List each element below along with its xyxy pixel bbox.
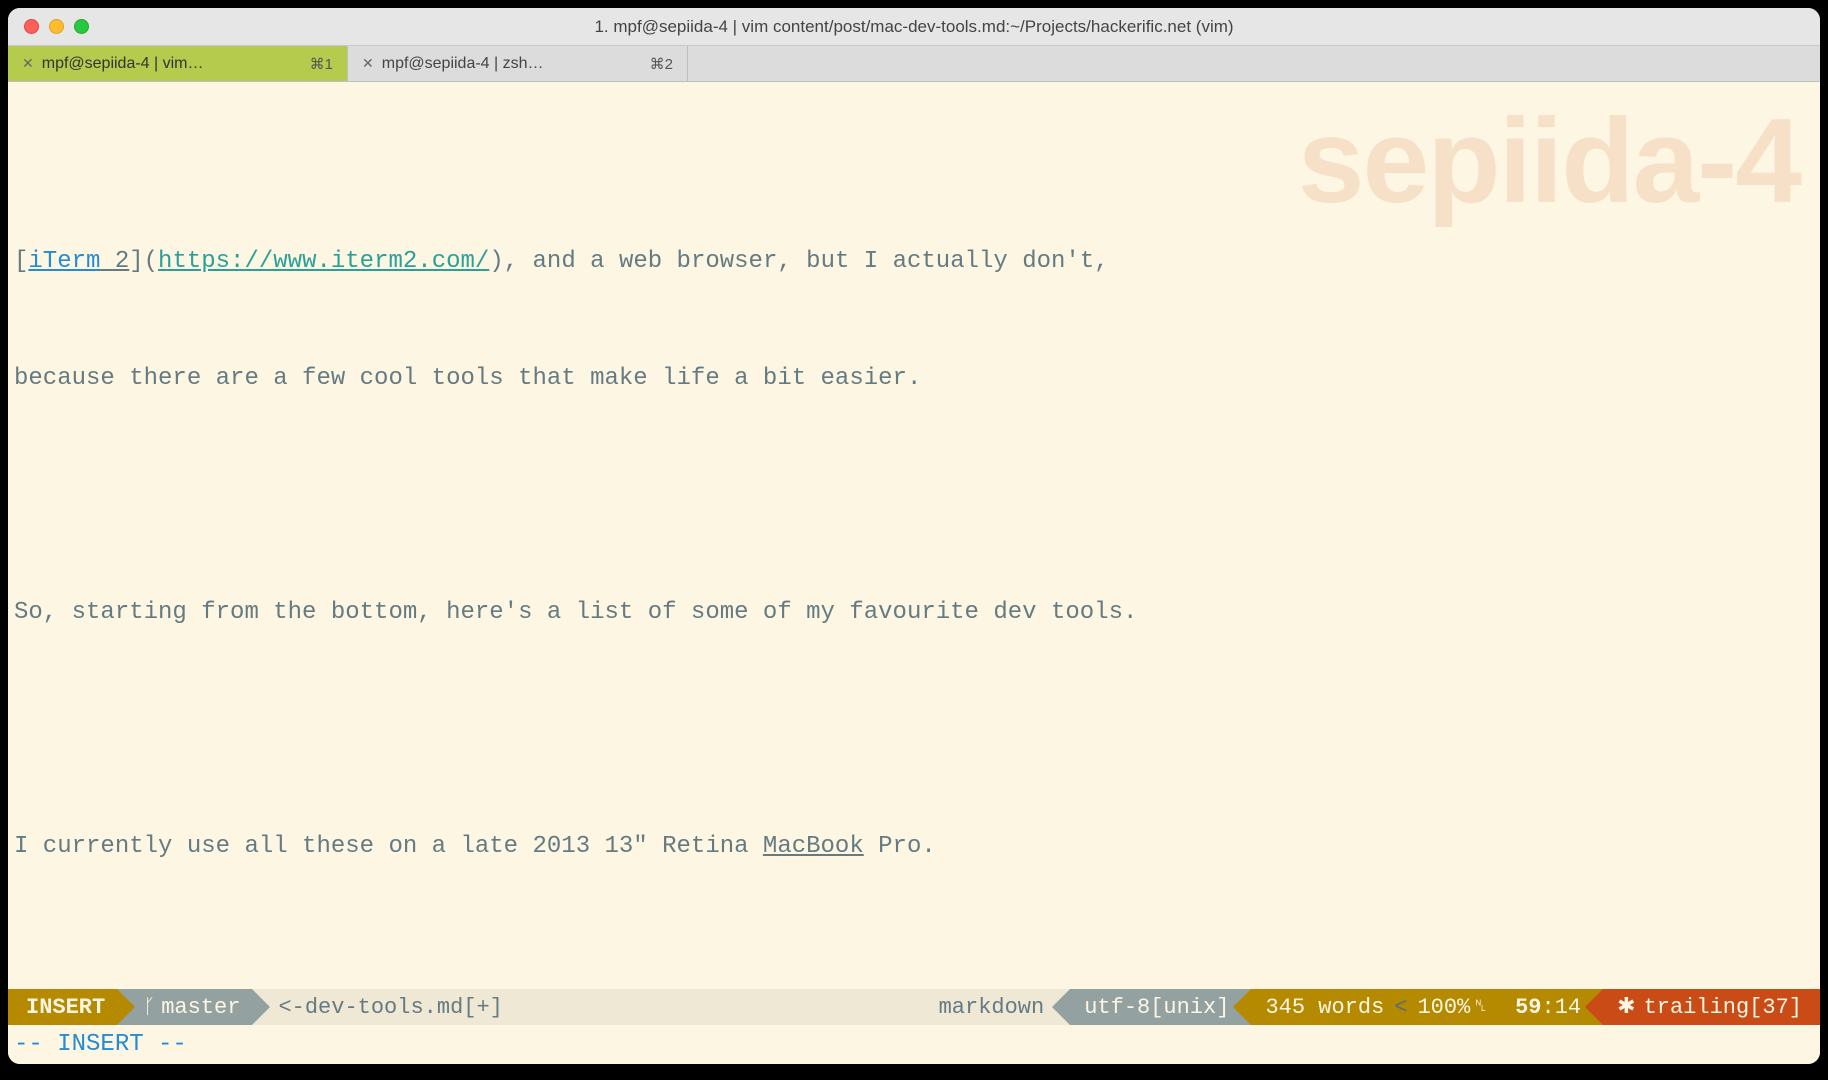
minimize-icon[interactable] (49, 19, 64, 34)
text-line: So, starting from the bottom, here's a l… (14, 593, 1814, 632)
editor-area[interactable]: sepiida-4 [iTerm 2](https://www.iterm2.c… (8, 82, 1820, 989)
close-tab-icon[interactable]: ✕ (22, 55, 34, 72)
trailing-segment: trailing[37] (1603, 989, 1820, 1025)
tab-shortcut: ⌘1 (310, 55, 333, 73)
command-line: -- INSERT -- (8, 1025, 1820, 1064)
warning-icon (1617, 994, 1643, 1020)
branch-icon (143, 995, 161, 1020)
tab-label: mpf@sepiida-4 | zsh… (382, 55, 544, 73)
status-line: INSERT master <-dev-tools.md[+] markdown… (8, 989, 1820, 1025)
text-line: because there are a few cool tools that … (14, 359, 1814, 398)
tab-label: mpf@sepiida-4 | vim… (42, 55, 204, 73)
window-title: 1. mpf@sepiida-4 | vim content/post/mac-… (594, 17, 1233, 37)
tab-shortcut: ⌘2 (650, 55, 673, 73)
encoding-segment: utf-8[unix] (1070, 989, 1251, 1025)
text-line: I currently use all these on a late 2013… (14, 827, 1814, 866)
badge-watermark: sepiida-4 (1298, 142, 1800, 181)
close-tab-icon[interactable]: ✕ (362, 55, 374, 72)
tab-zsh[interactable]: ✕ mpf@sepiida-4 | zsh… ⌘2 (348, 46, 688, 81)
git-branch-segment: master (117, 989, 252, 1025)
titlebar[interactable]: 1. mpf@sepiida-4 | vim content/post/mac-… (8, 8, 1820, 46)
terminal-window: 1. mpf@sepiida-4 | vim content/post/mac-… (8, 8, 1820, 1064)
zoom-icon[interactable] (74, 19, 89, 34)
traffic-lights (8, 19, 89, 34)
text-line (14, 476, 1814, 515)
text-line: [iTerm 2](https://www.iterm2.com/), and … (14, 242, 1814, 281)
mode-segment: INSERT (8, 989, 117, 1025)
text-line (14, 944, 1814, 983)
status-spacer (515, 989, 927, 1025)
filetype-segment: markdown (927, 989, 1071, 1025)
wordcount-segment: 345 words<100%␤ (1251, 989, 1503, 1025)
close-icon[interactable] (24, 19, 39, 34)
filename-segment: <-dev-tools.md[+] (252, 989, 514, 1025)
text-line (14, 710, 1814, 749)
tab-vim[interactable]: ✕ mpf@sepiida-4 | vim… ⌘1 (8, 46, 348, 81)
tab-bar: ✕ mpf@sepiida-4 | vim… ⌘1 ✕ mpf@sepiida-… (8, 46, 1820, 82)
line-icon: ␤ (1474, 998, 1487, 1016)
